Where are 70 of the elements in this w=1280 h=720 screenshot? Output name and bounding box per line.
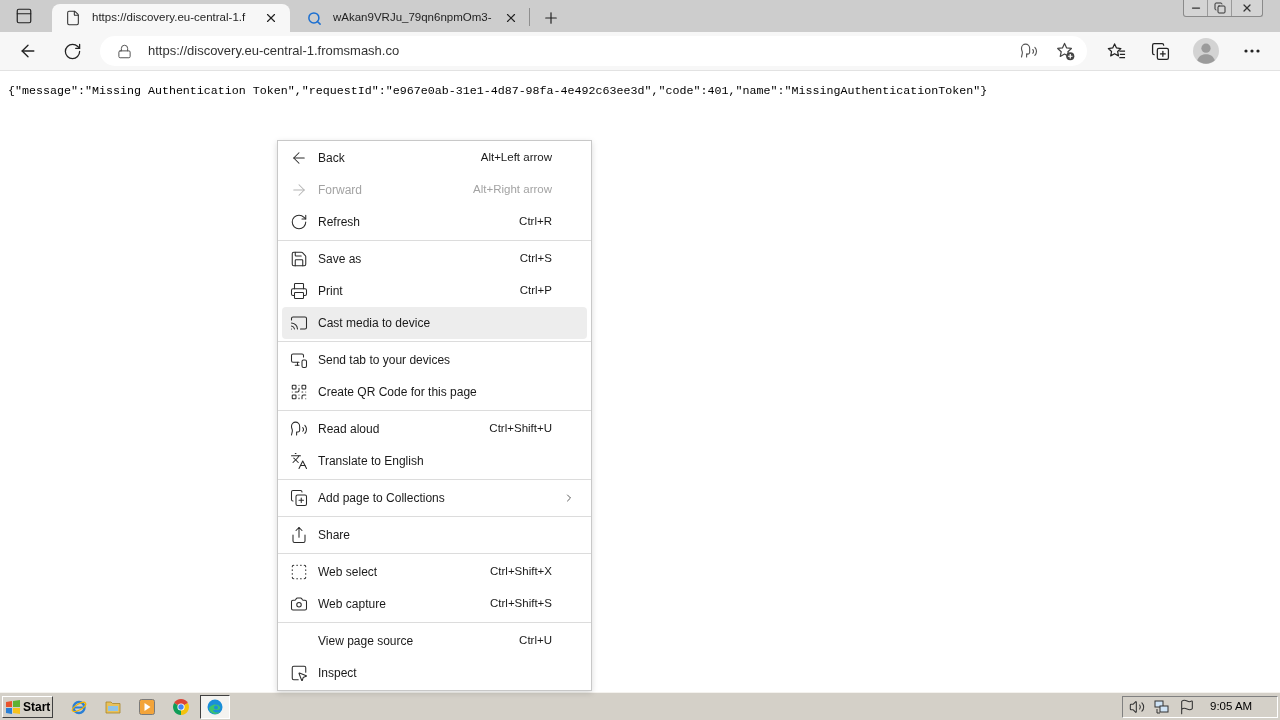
speaker-icon[interactable] <box>1129 698 1145 715</box>
menu-item[interactable]: Inspect <box>282 657 587 689</box>
profile-button[interactable] <box>1192 37 1220 65</box>
keyboard-shortcut: Ctrl+R <box>519 214 552 230</box>
browser-tab[interactable]: wAkan9VRJu_79qn6npmOm3- <box>292 4 525 32</box>
menu-item[interactable]: Read aloud Ctrl+Shift+U <box>282 413 587 445</box>
qr-code-icon <box>290 383 308 401</box>
json-response-text: {"message":"Missing Authentication Token","requestId":"e967e0ab-31e1-4d87-98fa-4e492c63ee3d","code":401,"name":"MissingAuthenticationToken"} <box>8 84 988 98</box>
flag-icon[interactable] <box>1179 698 1195 715</box>
menu-item[interactable]: Web capture Ctrl+Shift+S <box>282 588 587 620</box>
globe-orbit-icon <box>71 698 87 715</box>
keyboard-shortcut: Ctrl+P <box>519 283 552 299</box>
swirl-logo-icon <box>207 698 223 715</box>
refresh-icon <box>62 41 82 61</box>
start-button[interactable]: Start <box>2 695 53 718</box>
menu-item[interactable]: Print Ctrl+P <box>282 275 587 307</box>
play-icon <box>139 698 155 715</box>
arrow-right-icon <box>290 181 308 199</box>
page-icon <box>65 10 81 26</box>
address-bar[interactable]: https://discovery.eu-central-1.fromsmash.co <box>100 36 1087 66</box>
keyboard-shortcut: Alt+Right arrow <box>473 182 552 198</box>
close-icon <box>504 11 518 25</box>
camera-icon <box>290 595 308 613</box>
ring-logo-icon <box>173 698 189 715</box>
close-icon <box>264 11 278 25</box>
clock-text: 9:05 AM <box>1210 698 1253 714</box>
translate-icon <box>290 452 308 470</box>
pointer-square-icon <box>290 664 308 682</box>
browser-tab[interactable]: https://discovery.eu-central-1.f <box>52 4 290 32</box>
menu-item[interactable]: View page source Ctrl+U <box>282 625 587 657</box>
keyboard-shortcut: Alt+Left arrow <box>480 150 552 166</box>
menu-item[interactable]: Back Alt+Left arrow <box>282 142 587 174</box>
share-icon <box>290 526 308 544</box>
dashed-square-icon <box>290 563 308 581</box>
menu-item[interactable]: Create QR Code for this page <box>282 376 587 408</box>
keyboard-shortcut: Ctrl+Shift+U <box>489 421 552 437</box>
menu-item[interactable]: Cast media to device <box>282 307 587 339</box>
keyboard-shortcut: Ctrl+S <box>519 251 552 267</box>
star-list-icon <box>1106 41 1126 61</box>
window-icon <box>15 7 33 25</box>
star-plus-icon <box>1055 41 1075 61</box>
lock-icon <box>117 43 132 59</box>
more-icon <box>1244 49 1260 53</box>
speech-icon <box>290 420 308 438</box>
restore-icon <box>1213 2 1226 14</box>
network-icon[interactable] <box>1154 698 1170 715</box>
menu-item[interactable]: Web select Ctrl+Shift+X <box>282 556 587 588</box>
menu-item[interactable]: Send tab to your devices <box>282 344 587 376</box>
devices-icon <box>290 351 308 369</box>
speech-icon <box>1020 42 1038 60</box>
taskbar-app-button[interactable] <box>200 694 230 719</box>
close-icon <box>1241 2 1253 14</box>
menu-item[interactable]: Refresh Ctrl+R <box>282 206 587 238</box>
collections-icon <box>290 489 308 507</box>
keyboard-shortcut: Ctrl+U <box>519 633 552 649</box>
menu-item[interactable]: Add page to Collections <box>282 482 587 514</box>
printer-icon <box>290 282 308 300</box>
refresh-icon <box>290 213 308 231</box>
collections-icon <box>1150 41 1170 61</box>
menu-item[interactable]: Save as Ctrl+S <box>282 243 587 275</box>
menu-item[interactable]: Share <box>282 519 587 551</box>
plus-icon <box>542 9 560 27</box>
windows-flag-icon <box>5 698 21 715</box>
menu-item[interactable]: Translate to English <box>282 445 587 477</box>
avatar-icon <box>1193 38 1219 64</box>
search-icon <box>307 10 322 26</box>
cast-icon <box>290 314 308 332</box>
keyboard-shortcut: Ctrl+Shift+S <box>490 596 552 612</box>
folder-icon <box>105 698 121 715</box>
keyboard-shortcut: Ctrl+Shift+X <box>490 564 552 580</box>
